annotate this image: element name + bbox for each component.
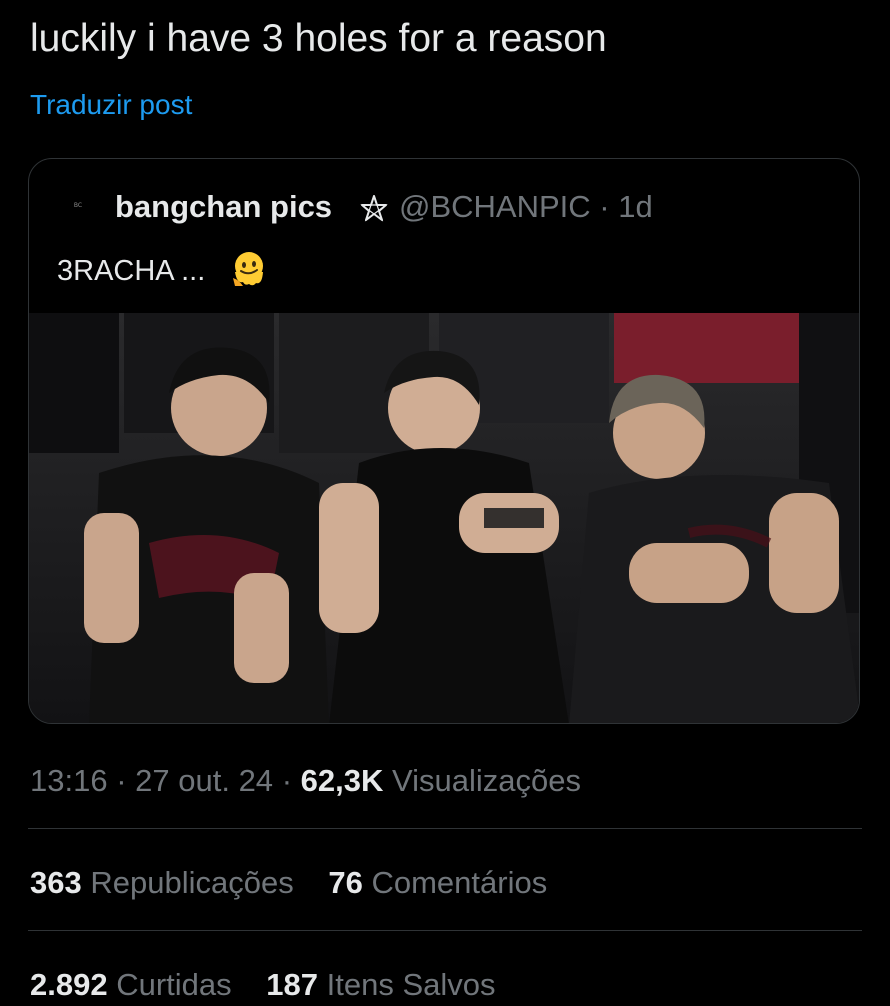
stats-row-1: 363 Republicações 76 Comentários bbox=[30, 862, 573, 904]
quote-separator: · bbox=[599, 189, 610, 224]
post-meta: 13:16 · 27 out. 24 · 62,3K Visualizações bbox=[30, 760, 581, 802]
reposts-label: Republicações bbox=[90, 865, 294, 900]
likes-count: 2.892 bbox=[30, 967, 108, 1002]
bookmarks-count: 187 bbox=[266, 967, 318, 1002]
quoted-post-card[interactable]: BC bangchan pics @BCHANPIC · 1d 3RACHA .… bbox=[28, 158, 860, 724]
comments-stat[interactable]: 76 Comentários bbox=[328, 862, 547, 904]
quote-time-ago[interactable]: 1d bbox=[618, 189, 652, 224]
reposts-stat[interactable]: 363 Republicações bbox=[30, 862, 294, 904]
meta-separator: · bbox=[116, 763, 127, 798]
melting-face-icon bbox=[233, 252, 263, 286]
comments-label: Comentários bbox=[371, 865, 548, 900]
pentagram-icon bbox=[360, 195, 388, 222]
post-date[interactable]: 27 out. 24 bbox=[135, 763, 273, 798]
photo-of-three-people-icon bbox=[29, 313, 859, 723]
quoted-post-header: BC bangchan pics @BCHANPIC · 1d bbox=[29, 159, 859, 224]
views-count: 62,3K bbox=[300, 763, 384, 798]
divider bbox=[28, 930, 862, 931]
quote-text: 3RACHA ... bbox=[57, 255, 206, 287]
quote-photo[interactable] bbox=[29, 313, 859, 723]
divider bbox=[28, 828, 862, 829]
meta-separator: · bbox=[281, 763, 293, 798]
quote-author-avatar[interactable]: BC bbox=[67, 195, 89, 217]
translate-post-link[interactable]: Traduzir post bbox=[30, 86, 192, 124]
comments-count: 76 bbox=[328, 865, 363, 900]
post-time[interactable]: 13:16 bbox=[30, 763, 108, 798]
post-text: luckily i have 3 holes for a reason bbox=[30, 17, 607, 60]
views-label: Visualizações bbox=[392, 763, 581, 798]
likes-label: Curtidas bbox=[116, 967, 232, 1002]
reposts-count: 363 bbox=[30, 865, 82, 900]
quote-author-handle[interactable]: @BCHANPIC bbox=[399, 189, 591, 224]
quote-author-name[interactable]: bangchan pics bbox=[115, 187, 332, 227]
quote-author-handle-and-time[interactable]: @BCHANPIC · 1d bbox=[399, 187, 653, 227]
bookmarks-label: Itens Salvos bbox=[326, 967, 496, 1002]
